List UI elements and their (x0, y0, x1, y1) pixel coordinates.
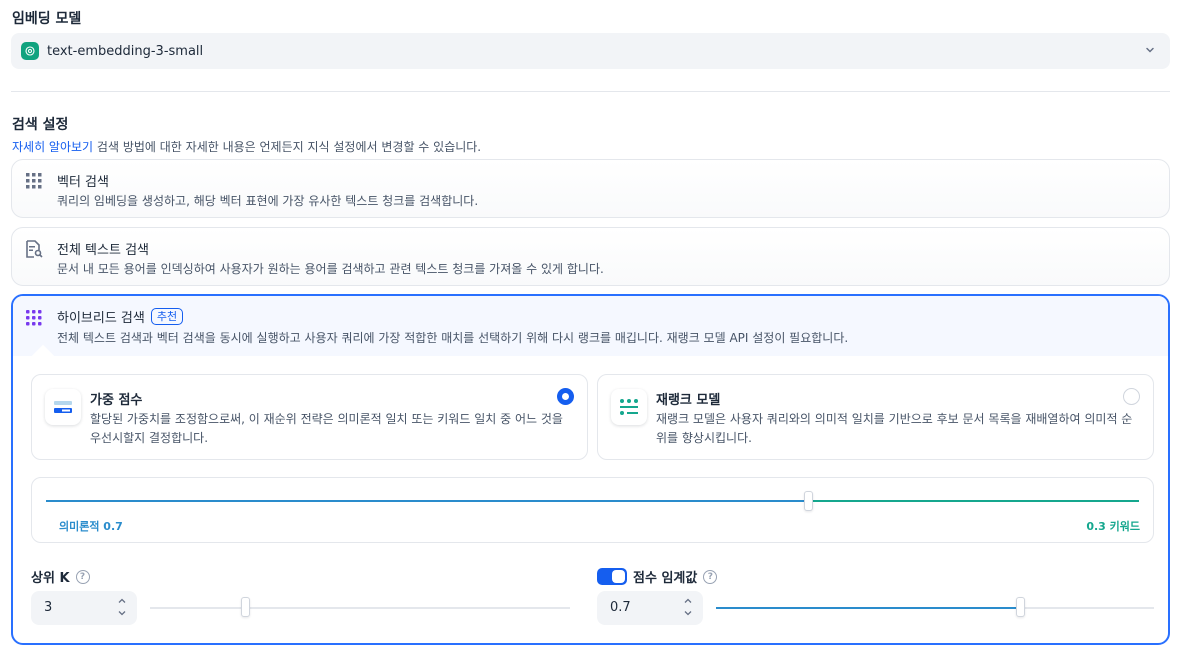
semantic-weight-label: 의미론적 0.7 (59, 520, 123, 533)
search-settings-help: 자세히 알아보기 검색 방법에 대한 자세한 내용은 언제든지 지식 설정에서 … (12, 138, 481, 155)
weighted-score-radio[interactable] (557, 388, 574, 405)
rerank-model-desc: 재랭크 모델은 사용자 쿼리와의 의미적 일치를 기반으로 후보 문서 목록을 … (656, 412, 1133, 445)
weighted-score-option[interactable]: 가중 점수 할당된 가중치를 조정함으로써, 이 재순위 전략은 의미론적 일치… (31, 374, 588, 460)
vector-search-desc: 쿼리의 임베딩을 생성하고, 해당 벡터 표현에 가장 유사한 텍스트 청크를 … (57, 194, 479, 208)
weight-slider-handle[interactable] (804, 491, 813, 511)
learn-more-link[interactable]: 자세히 알아보기 (12, 140, 93, 154)
fulltext-search-title: 전체 텍스트 검색 (57, 243, 149, 258)
rerank-model-icon (611, 389, 647, 425)
score-threshold-label-row: 점수 임계값 ? (597, 567, 718, 586)
section-divider (11, 91, 1170, 92)
hybrid-search-option[interactable]: 하이브리드 검색 추천 전체 텍스트 검색과 벡터 검색을 동시에 실행하고 사… (11, 294, 1170, 645)
semantic-weight-track[interactable] (46, 500, 809, 502)
chevron-down-icon[interactable] (117, 608, 127, 618)
score-threshold-stepper[interactable] (683, 596, 693, 618)
chevron-up-icon[interactable] (683, 596, 693, 606)
top-k-input[interactable]: 3 (31, 591, 137, 625)
score-threshold-input[interactable]: 0.7 (597, 591, 703, 625)
weight-slider-box: 의미론적 0.7 0.3 키워드 (31, 477, 1154, 543)
weighted-score-desc: 할당된 가중치를 조정함으로써, 이 재순위 전략은 의미론적 일치 또는 키워… (90, 412, 563, 445)
top-k-slider-handle[interactable] (241, 597, 250, 617)
score-threshold-label: 점수 임계값 (633, 571, 698, 586)
score-threshold-slider-fill (716, 607, 1017, 609)
score-threshold-value: 0.7 (610, 600, 631, 615)
score-threshold-toggle[interactable] (597, 568, 627, 585)
top-k-stepper[interactable] (117, 596, 127, 618)
score-threshold-slider[interactable] (716, 597, 1154, 617)
help-icon[interactable]: ? (703, 569, 718, 584)
rerank-model-radio[interactable] (1123, 388, 1140, 405)
help-icon[interactable]: ? (75, 569, 90, 584)
fulltext-search-option[interactable]: 전체 텍스트 검색 문서 내 모든 용어를 인덱싱하여 사용자가 원하는 용어를… (11, 227, 1170, 286)
embedding-model-value: text-embedding-3-small (47, 43, 204, 59)
top-k-value: 3 (44, 600, 53, 615)
hybrid-search-title: 하이브리드 검색 (57, 311, 145, 326)
grid-icon (26, 310, 42, 326)
hybrid-search-header (13, 296, 1168, 356)
embedding-model-select[interactable]: text-embedding-3-small (11, 33, 1170, 69)
chevron-up-icon[interactable] (117, 596, 127, 606)
openai-icon (21, 42, 39, 60)
recommended-badge: 추천 (150, 308, 184, 325)
vector-search-title: 벡터 검색 (57, 175, 109, 190)
rerank-model-option[interactable]: 재랭크 모델 재랭크 모델은 사용자 쿼리와의 의미적 일치를 기반으로 후보 … (597, 374, 1154, 460)
vector-search-option[interactable]: 벡터 검색 쿼리의 임베딩을 생성하고, 해당 벡터 표현에 가장 유사한 텍스… (11, 159, 1170, 218)
search-settings-label: 검색 설정 (12, 117, 69, 133)
embedding-model-label: 임베딩 모델 (12, 11, 82, 27)
top-k-label-row: 상위 K ? (31, 567, 90, 586)
top-k-slider[interactable] (150, 597, 570, 617)
hybrid-search-desc: 전체 텍스트 검색과 벡터 검색을 동시에 실행하고 사용자 쿼리에 가장 적합… (57, 331, 849, 345)
help-text: 검색 방법에 대한 자세한 내용은 언제든지 지식 설정에서 변경할 수 있습니… (93, 140, 482, 154)
fulltext-search-desc: 문서 내 모든 용어를 인덱싱하여 사용자가 원하는 용어를 검색하고 관련 텍… (57, 262, 604, 276)
score-threshold-slider-handle[interactable] (1016, 597, 1025, 617)
weighted-score-title: 가중 점수 (90, 393, 143, 408)
grid-icon (26, 173, 42, 189)
hybrid-search-title-row: 하이브리드 검색 추천 (57, 307, 184, 326)
document-search-icon (26, 240, 43, 258)
rerank-model-title: 재랭크 모델 (656, 393, 721, 408)
top-k-label: 상위 K (31, 571, 70, 586)
chevron-down-icon (1146, 47, 1154, 53)
keyword-weight-track[interactable] (809, 500, 1139, 502)
weighted-score-icon (45, 389, 81, 425)
keyword-weight-label: 0.3 키워드 (1086, 520, 1140, 533)
chevron-down-icon[interactable] (683, 608, 693, 618)
